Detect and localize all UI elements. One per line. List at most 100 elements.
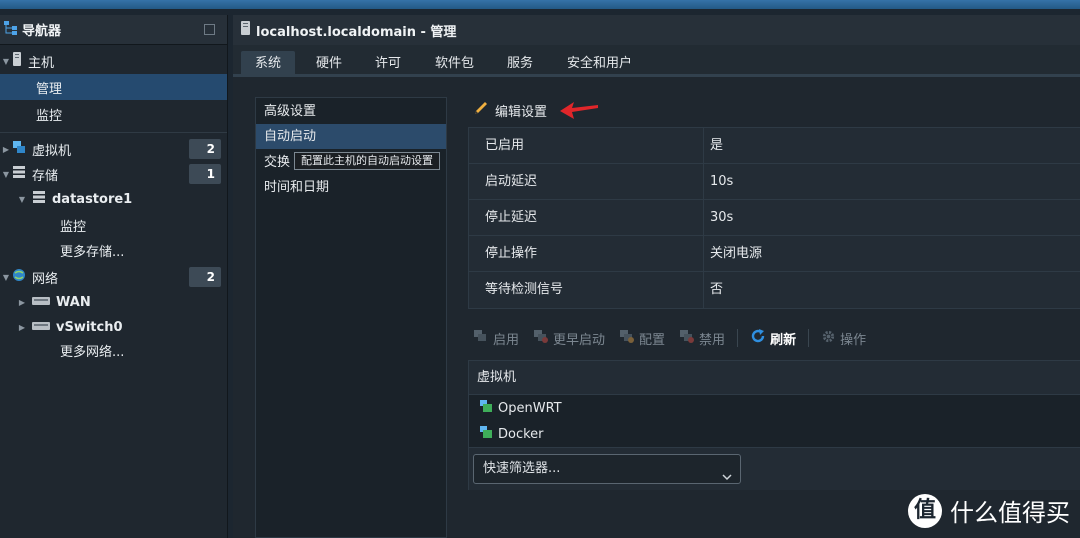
nav-label-network: 网络 — [32, 271, 59, 287]
caret-right-icon[interactable]: ▶ — [0, 145, 12, 154]
caret-right-icon[interactable]: ▶ — [16, 323, 28, 332]
nav-item-manage[interactable]: 管理 — [0, 74, 227, 100]
property-key: 停止延迟 — [469, 200, 704, 235]
navigator-header: 导航器 — [0, 15, 227, 45]
vms-count-badge: 2 — [189, 139, 221, 159]
disable-button[interactable]: 禁用 — [679, 329, 725, 348]
tab-packages[interactable]: 软件包 — [421, 51, 488, 77]
settings-autostart[interactable]: 自动启动 — [256, 124, 446, 149]
toolbar-divider — [737, 329, 739, 347]
property-value: 10s — [710, 174, 734, 189]
toolbar-divider — [808, 329, 810, 347]
edit-settings-label: 编辑设置 — [495, 104, 548, 120]
vm-config-icon — [619, 329, 635, 347]
nav-label-wan: WAN — [56, 294, 91, 310]
nav-label-datastore-monitor: 监控 — [60, 219, 87, 235]
settings-time-date[interactable]: 时间和日期 — [256, 175, 446, 200]
settings-list: 高级设置 自动启动 交换 时间和日期 配置此主机的自动启动设置 — [255, 97, 447, 538]
nav-item-datastore-monitor[interactable]: 监控 — [0, 212, 227, 238]
property-row: 停止操作 关闭电源 — [469, 236, 1080, 272]
vm-running-icon — [479, 399, 493, 417]
navigator-panel: 导航器 ▼ 主机 管理 监控 ▶ 虚拟机 2 ▼ 存储 1 ▼ datastor — [0, 15, 228, 538]
actions-button[interactable]: 操作 — [821, 329, 866, 348]
actions-label: 操作 — [840, 332, 867, 348]
tab-license[interactable]: 许可 — [361, 51, 415, 77]
caret-down-icon[interactable]: ▼ — [0, 273, 12, 282]
enable-button[interactable]: 启用 — [473, 329, 519, 348]
quick-filter-label: 快速筛选器... — [483, 461, 561, 476]
navigator-tree-icon — [4, 20, 18, 39]
nav-label-host: 主机 — [28, 55, 55, 71]
watermark-badge: 值 — [908, 493, 942, 528]
nav-item-network[interactable]: ▼ 网络 2 — [0, 264, 227, 290]
autostart-properties-grid: 已启用 是 启动延迟 10s 停止延迟 30s 停止操作 关闭电源 等待检测信号… — [468, 127, 1080, 309]
nav-label-manage: 管理 — [36, 81, 63, 97]
watermark-text: 什么值得买 — [950, 499, 1070, 527]
datastore-icon — [32, 190, 46, 208]
property-value: 30s — [710, 210, 734, 225]
refresh-label: 刷新 — [770, 332, 797, 348]
list-item[interactable]: OpenWRT — [469, 395, 1080, 421]
start-earlier-button[interactable]: 更早启动 — [533, 329, 605, 348]
window-titlebar: localhost.localdomain - 管理 — [233, 15, 1080, 45]
nav-divider — [0, 132, 227, 133]
nav-label-more-network: 更多网络... — [60, 344, 125, 360]
vm-list-header[interactable]: 虚拟机 — [469, 361, 1080, 395]
navigator-title: 导航器 — [22, 24, 62, 39]
caret-right-icon[interactable]: ▶ — [16, 298, 28, 307]
network-globe-icon — [12, 268, 26, 286]
nav-item-wan[interactable]: ▶ WAN — [0, 289, 227, 315]
nav-item-storage[interactable]: ▼ 存储 1 — [0, 161, 227, 187]
tab-system[interactable]: 系统 — [241, 51, 296, 77]
list-item[interactable]: Docker — [469, 421, 1080, 447]
property-value: 关闭电源 — [710, 246, 763, 261]
refresh-button[interactable]: 刷新 — [750, 328, 796, 348]
property-key: 已启用 — [469, 128, 704, 163]
configure-label: 配置 — [639, 332, 666, 348]
disable-label: 禁用 — [699, 332, 726, 348]
caret-down-icon[interactable]: ▼ — [0, 170, 12, 179]
nav-label-vswitch: vSwitch0 — [56, 319, 123, 335]
pencil-icon — [473, 100, 489, 120]
host-icon — [12, 52, 22, 70]
refresh-icon — [750, 328, 766, 348]
tab-services[interactable]: 服务 — [493, 51, 547, 77]
red-arrow-annotation-icon — [558, 99, 600, 125]
vm-up-icon — [533, 329, 549, 347]
vm-disable-icon — [679, 329, 695, 347]
caret-down-icon[interactable]: ▼ — [16, 195, 28, 204]
autostart-vm-list: 虚拟机 OpenWRT Docker 快速筛选器... — [468, 360, 1080, 490]
settings-advanced[interactable]: 高级设置 — [256, 99, 446, 124]
caret-down-icon[interactable]: ▼ — [0, 57, 12, 66]
host-icon — [241, 21, 250, 39]
watermark-logo: 值 什么值得买 — [908, 493, 1070, 528]
top-strip — [0, 0, 1080, 9]
configure-button[interactable]: 配置 — [619, 329, 665, 348]
property-row: 已启用 是 — [469, 128, 1080, 164]
nav-item-more-storage[interactable]: 更多存储... — [0, 237, 227, 263]
storage-count-badge: 1 — [189, 164, 221, 184]
switch-icon — [32, 320, 50, 335]
nav-item-vms[interactable]: ▶ 虚拟机 2 — [0, 136, 227, 162]
collapse-icon[interactable] — [204, 24, 215, 35]
vm-play-icon — [473, 329, 489, 347]
nav-item-host[interactable]: ▼ 主机 — [0, 48, 227, 74]
chevron-down-icon — [722, 464, 732, 492]
edit-settings-button[interactable]: 编辑设置 — [473, 99, 547, 121]
nav-label-more-storage: 更多存储... — [60, 244, 125, 260]
nav-label-datastore: datastore1 — [52, 191, 133, 207]
quick-filter-select[interactable]: 快速筛选器... — [473, 454, 741, 484]
tab-security-users[interactable]: 安全和用户 — [553, 51, 646, 77]
vm-icon — [12, 140, 26, 158]
nav-item-more-network[interactable]: 更多网络... — [0, 337, 227, 363]
main-window: localhost.localdomain - 管理 系统 硬件 许可 软件包 … — [233, 15, 1080, 538]
nav-item-host-monitor[interactable]: 监控 — [0, 101, 227, 127]
property-row: 等待检测信号 否 — [469, 272, 1080, 308]
nav-label-host-monitor: 监控 — [36, 108, 63, 124]
enable-label: 启用 — [493, 332, 520, 348]
vm-name: Docker — [498, 426, 544, 442]
nav-label-storage: 存储 — [32, 168, 59, 184]
property-key: 等待检测信号 — [469, 272, 704, 308]
tab-hardware[interactable]: 硬件 — [302, 51, 356, 77]
nav-item-datastore[interactable]: ▼ datastore1 — [0, 186, 227, 212]
